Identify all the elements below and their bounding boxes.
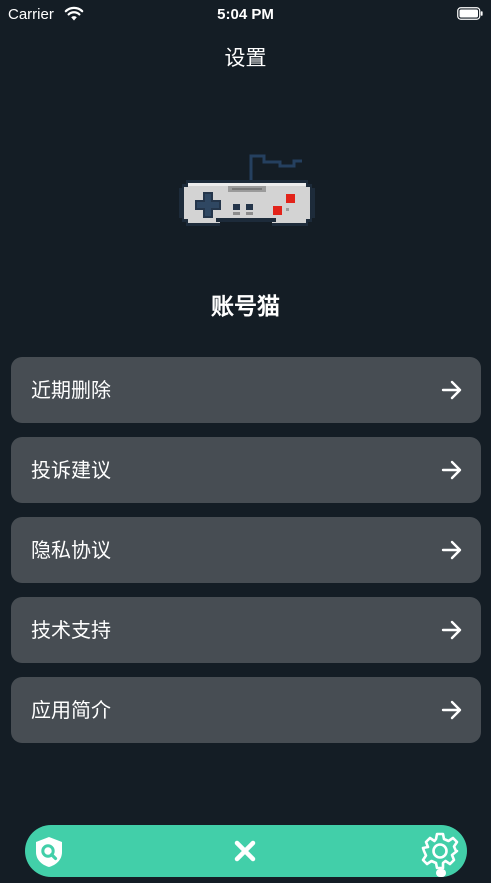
status-bar: Carrier 5:04 PM bbox=[0, 0, 491, 30]
arrow-right-icon bbox=[441, 380, 462, 400]
menu-item-label: 应用简介 bbox=[31, 698, 111, 722]
menu-item-label: 近期删除 bbox=[31, 378, 111, 402]
menu-item-tech-support[interactable]: 技术支持 bbox=[11, 597, 481, 663]
page-title: 设置 bbox=[224, 46, 267, 70]
close-icon[interactable] bbox=[233, 839, 257, 863]
menu-item-label: 技术支持 bbox=[31, 618, 111, 642]
menu-item-feedback[interactable]: 投诉建议 bbox=[11, 437, 481, 503]
gamepad-logo-icon bbox=[179, 154, 315, 228]
menu-item-label: 隐私协议 bbox=[31, 538, 111, 562]
gear-icon[interactable] bbox=[420, 831, 460, 871]
bottom-tab-bar bbox=[25, 825, 467, 877]
menu-item-app-intro[interactable]: 应用简介 bbox=[11, 677, 481, 743]
menu-item-recently-deleted[interactable]: 近期删除 bbox=[11, 357, 481, 423]
arrow-right-icon bbox=[441, 620, 462, 640]
settings-menu: 近期删除 投诉建议 隐私协议 技术支持 应用简介 bbox=[11, 357, 481, 757]
menu-item-label: 投诉建议 bbox=[31, 458, 111, 482]
status-time: 5:04 PM bbox=[217, 6, 274, 23]
app-name: 账号猫 bbox=[211, 294, 280, 320]
arrow-right-icon bbox=[441, 700, 462, 720]
active-tab-indicator bbox=[436, 869, 446, 877]
arrow-right-icon bbox=[441, 460, 462, 480]
menu-item-privacy-policy[interactable]: 隐私协议 bbox=[11, 517, 481, 583]
battery-icon bbox=[457, 7, 483, 20]
arrow-right-icon bbox=[441, 540, 462, 560]
shield-search-icon[interactable] bbox=[33, 835, 65, 869]
